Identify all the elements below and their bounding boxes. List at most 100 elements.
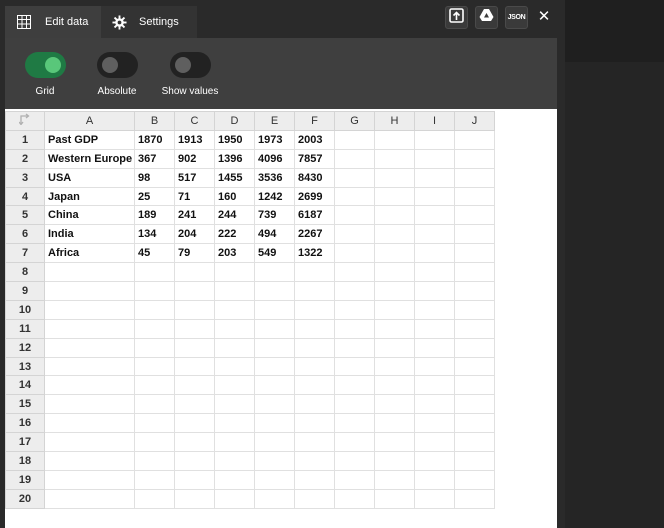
cell[interactable] xyxy=(214,488,255,509)
cell[interactable] xyxy=(454,148,495,169)
cell[interactable] xyxy=(454,224,495,245)
cell[interactable]: Western Europe xyxy=(44,148,135,169)
cell[interactable] xyxy=(214,318,255,339)
cell[interactable] xyxy=(454,205,495,226)
column-header-g[interactable]: G xyxy=(334,111,375,131)
cell[interactable]: India xyxy=(44,224,135,245)
cell[interactable]: 79 xyxy=(174,243,215,264)
cell[interactable] xyxy=(334,432,375,453)
cell[interactable] xyxy=(454,243,495,264)
row-header[interactable]: 10 xyxy=(5,299,45,320)
cell[interactable] xyxy=(374,432,415,453)
cell[interactable]: China xyxy=(44,205,135,226)
tab-settings[interactable]: Settings xyxy=(101,6,197,38)
cell[interactable]: 4096 xyxy=(254,148,295,169)
cell[interactable] xyxy=(294,413,335,434)
row-header[interactable]: 1 xyxy=(5,129,45,150)
cell[interactable] xyxy=(134,281,175,301)
grid-toggle[interactable] xyxy=(24,52,66,78)
cell[interactable] xyxy=(334,262,375,283)
cell[interactable] xyxy=(454,356,495,377)
cell[interactable] xyxy=(454,451,495,471)
row-header[interactable]: 15 xyxy=(5,394,45,415)
cell[interactable] xyxy=(374,129,415,150)
cell[interactable] xyxy=(214,469,255,490)
cell[interactable] xyxy=(294,469,335,490)
cell[interactable]: 160 xyxy=(214,186,255,207)
cell[interactable] xyxy=(334,281,375,301)
cell[interactable] xyxy=(254,432,295,453)
cell[interactable]: 902 xyxy=(174,148,215,169)
cell[interactable] xyxy=(294,337,335,358)
cell[interactable] xyxy=(414,318,455,339)
cell[interactable] xyxy=(414,262,455,283)
cell[interactable] xyxy=(454,129,495,150)
column-header-h[interactable]: H xyxy=(374,111,415,131)
cell[interactable] xyxy=(414,469,455,490)
column-header-b[interactable]: B xyxy=(134,111,175,131)
cell[interactable] xyxy=(374,167,415,188)
cell[interactable] xyxy=(174,262,215,283)
cell[interactable] xyxy=(374,243,415,264)
column-header-e[interactable]: E xyxy=(254,111,295,131)
cell[interactable] xyxy=(254,451,295,471)
cell[interactable]: 189 xyxy=(134,205,175,226)
cell[interactable] xyxy=(374,186,415,207)
cell[interactable] xyxy=(454,186,495,207)
cell[interactable] xyxy=(44,318,135,339)
cell[interactable] xyxy=(454,375,495,396)
cell[interactable] xyxy=(414,224,455,245)
cell[interactable] xyxy=(134,488,175,509)
row-header[interactable]: 6 xyxy=(5,224,45,245)
cell[interactable] xyxy=(174,337,215,358)
cell[interactable] xyxy=(294,281,335,301)
cell[interactable] xyxy=(174,356,215,377)
cell[interactable]: 203 xyxy=(214,243,255,264)
cell[interactable] xyxy=(134,413,175,434)
cell[interactable]: 1950 xyxy=(214,129,255,150)
cell[interactable] xyxy=(334,243,375,264)
cell[interactable] xyxy=(374,488,415,509)
cell[interactable] xyxy=(214,432,255,453)
cell[interactable] xyxy=(414,432,455,453)
cell[interactable] xyxy=(454,432,495,453)
cell[interactable] xyxy=(454,488,495,509)
cell[interactable] xyxy=(44,432,135,453)
cell[interactable] xyxy=(174,451,215,471)
cell[interactable] xyxy=(44,356,135,377)
row-header[interactable]: 14 xyxy=(5,375,45,396)
cell[interactable]: 134 xyxy=(134,224,175,245)
cell[interactable] xyxy=(374,356,415,377)
cell[interactable] xyxy=(374,337,415,358)
cell[interactable] xyxy=(374,205,415,226)
row-header[interactable]: 17 xyxy=(5,432,45,453)
row-header[interactable]: 5 xyxy=(5,205,45,226)
cell[interactable] xyxy=(334,129,375,150)
row-header[interactable]: 13 xyxy=(5,356,45,377)
cell[interactable] xyxy=(44,337,135,358)
cell[interactable]: 25 xyxy=(134,186,175,207)
cell[interactable]: 222 xyxy=(214,224,255,245)
cell[interactable] xyxy=(414,413,455,434)
column-header-c[interactable]: C xyxy=(174,111,215,131)
cell[interactable]: 1322 xyxy=(294,243,335,264)
cell[interactable] xyxy=(254,488,295,509)
cell[interactable] xyxy=(294,262,335,283)
cell[interactable] xyxy=(174,413,215,434)
cell[interactable] xyxy=(44,281,135,301)
cell[interactable] xyxy=(414,281,455,301)
cell[interactable] xyxy=(414,299,455,320)
cell[interactable] xyxy=(134,432,175,453)
cell[interactable] xyxy=(374,451,415,471)
cell[interactable] xyxy=(254,262,295,283)
cell[interactable] xyxy=(334,451,375,471)
cell[interactable] xyxy=(174,488,215,509)
cell[interactable]: Japan xyxy=(44,186,135,207)
cell[interactable] xyxy=(174,281,215,301)
cell[interactable]: 517 xyxy=(174,167,215,188)
cell[interactable]: 1973 xyxy=(254,129,295,150)
cell[interactable] xyxy=(454,281,495,301)
cell[interactable] xyxy=(414,451,455,471)
cell[interactable] xyxy=(414,375,455,396)
cell[interactable] xyxy=(374,413,415,434)
